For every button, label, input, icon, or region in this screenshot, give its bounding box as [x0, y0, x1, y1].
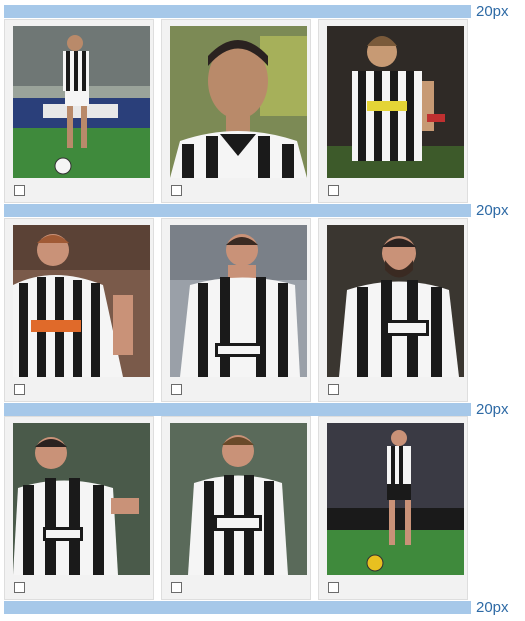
player-photo[interactable] [170, 225, 307, 377]
player-photo[interactable] [13, 423, 150, 575]
photo-card[interactable] [161, 218, 311, 402]
select-checkbox[interactable] [14, 185, 25, 196]
select-checkbox[interactable] [328, 582, 339, 593]
photo-card[interactable] [318, 416, 468, 600]
spacer-label: 20px [476, 599, 509, 616]
spacer-bar [4, 601, 471, 614]
select-checkbox[interactable] [14, 384, 25, 395]
select-checkbox[interactable] [171, 582, 182, 593]
spacer-bar [4, 403, 471, 416]
player-photo[interactable] [13, 26, 150, 178]
spacer-label: 20px [476, 401, 509, 418]
photo-card[interactable] [161, 416, 311, 600]
player-photo[interactable] [327, 225, 464, 377]
select-checkbox[interactable] [328, 185, 339, 196]
photo-card[interactable] [4, 218, 154, 402]
photo-card[interactable] [161, 19, 311, 203]
player-photo[interactable] [170, 26, 307, 178]
player-photo[interactable] [170, 423, 307, 575]
spacer-label: 20px [476, 202, 509, 219]
spacer-bar [4, 204, 471, 217]
select-checkbox[interactable] [171, 185, 182, 196]
spacer-label: 20px [476, 3, 509, 20]
photo-card[interactable] [318, 218, 468, 402]
select-checkbox[interactable] [171, 384, 182, 395]
player-photo[interactable] [13, 225, 150, 377]
photo-card[interactable] [318, 19, 468, 203]
photo-card[interactable] [4, 416, 154, 600]
player-photo[interactable] [327, 26, 464, 178]
player-photo[interactable] [327, 423, 464, 575]
select-checkbox[interactable] [14, 582, 25, 593]
spacer-bar [4, 5, 471, 18]
photo-gallery: 20px 20px 20px 20px [0, 0, 525, 621]
select-checkbox[interactable] [328, 384, 339, 395]
photo-card[interactable] [4, 19, 154, 203]
